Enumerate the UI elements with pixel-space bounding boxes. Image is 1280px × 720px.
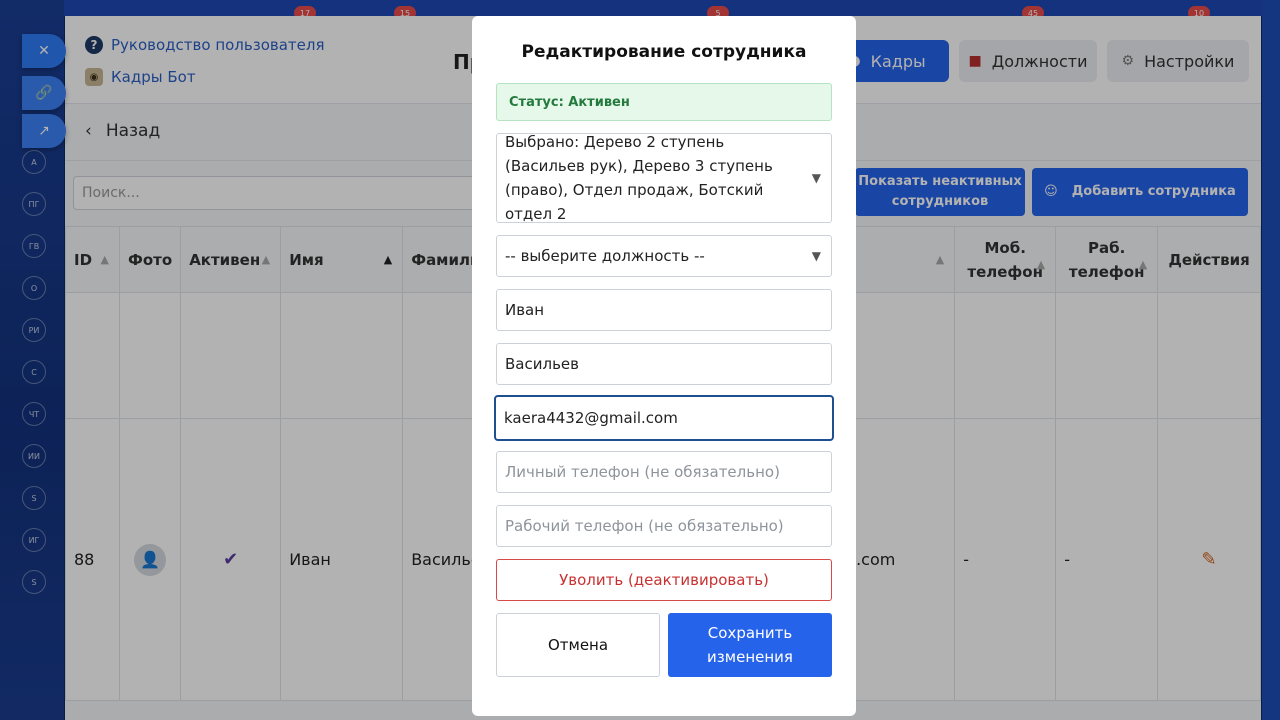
chevron-down-icon: ▼ bbox=[811, 249, 821, 263]
last-name-field[interactable]: Васильев bbox=[496, 343, 832, 385]
cancel-button[interactable]: Отмена bbox=[496, 613, 660, 677]
work-phone-field[interactable]: Рабочий телефон (не обязательно) bbox=[496, 505, 832, 547]
departments-value: Выбрано: Дерево 2 ступень (Васильев рук)… bbox=[505, 133, 773, 223]
position-select[interactable]: -- выберите должность -- ▼ bbox=[496, 235, 832, 277]
deactivate-button[interactable]: Уволить (деактивировать) bbox=[496, 559, 832, 601]
status-badge: Статус: Активен bbox=[496, 83, 832, 121]
save-button[interactable]: Сохранить изменения bbox=[668, 613, 832, 677]
modal-title: Редактирование сотрудника bbox=[521, 42, 807, 62]
edit-employee-modal: Редактирование сотрудника Статус: Активе… bbox=[472, 16, 856, 716]
personal-phone-field[interactable]: Личный телефон (не обязательно) bbox=[496, 451, 832, 493]
first-name-field[interactable]: Иван bbox=[496, 289, 832, 331]
save-label-line1: Сохранить bbox=[707, 624, 793, 642]
email-field[interactable]: kaera4432@gmail.com bbox=[494, 395, 834, 441]
chevron-down-icon: ▼ bbox=[811, 171, 821, 185]
departments-select[interactable]: Выбрано: Дерево 2 ступень (Васильев рук)… bbox=[496, 133, 832, 223]
position-value: -- выберите должность -- bbox=[505, 247, 705, 265]
save-label-line2: изменения bbox=[707, 648, 793, 666]
